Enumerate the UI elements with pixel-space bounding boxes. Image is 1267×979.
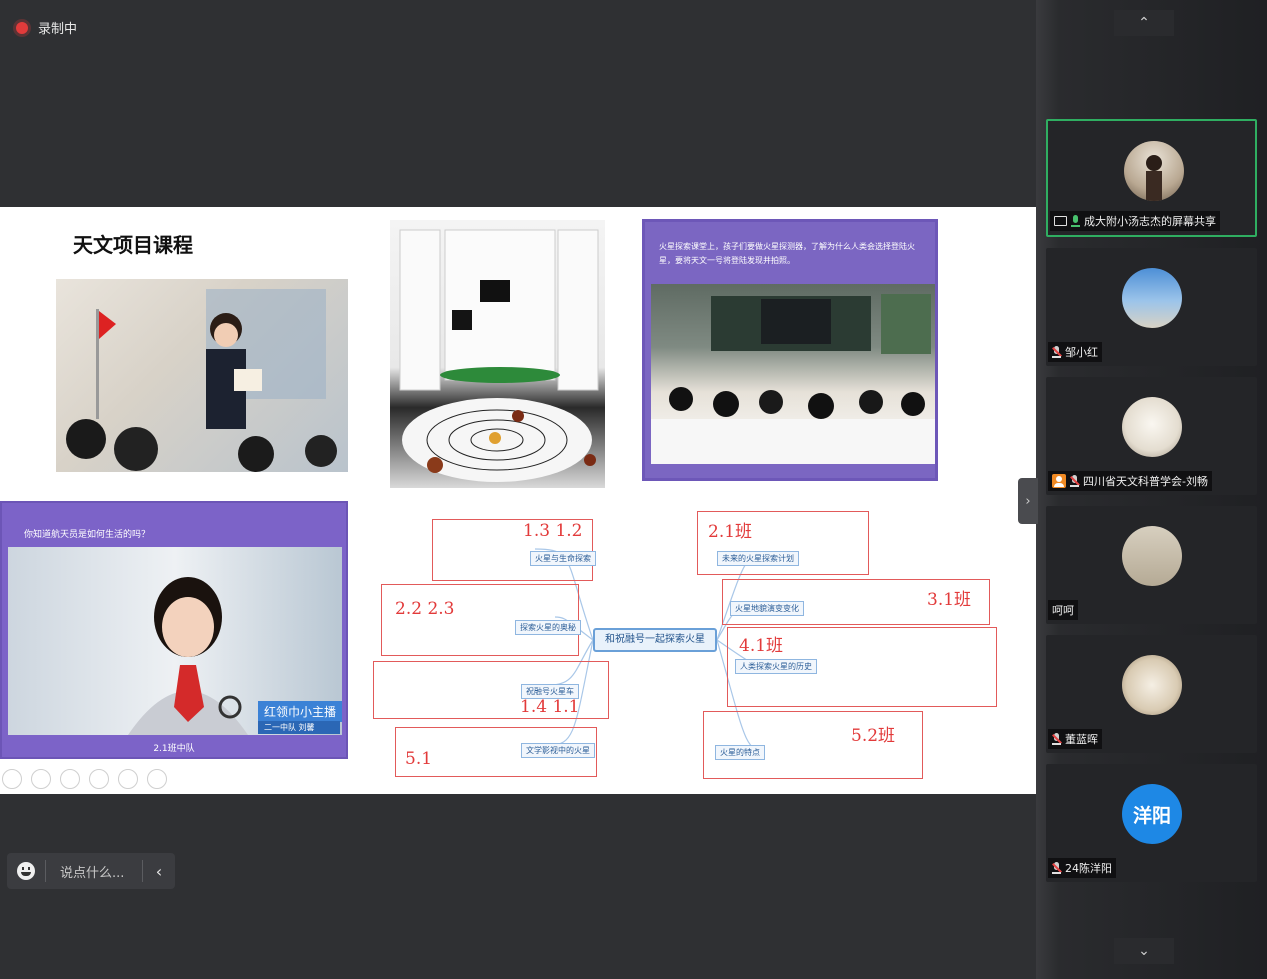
record-dot-icon	[16, 21, 28, 34]
classroom-photo	[651, 284, 935, 464]
participant-name: 24陈洋阳	[1065, 862, 1112, 875]
microphone-muted-icon	[1052, 732, 1062, 746]
mindmap-branch-tag: 3.1班	[927, 590, 972, 610]
microphone-muted-icon	[1052, 345, 1062, 359]
mindmap-branch-tag: 5.1	[405, 749, 433, 769]
mindmap-branch-node: 火星的特点	[715, 745, 765, 760]
recording-label: 录制中	[38, 22, 78, 37]
classroom-photo-panel: 火星探索课堂上，孩子们要做火星探测器，了解为什么人类会选择登陆火星，要将天文一号…	[642, 219, 938, 481]
avatar	[1122, 655, 1182, 715]
participant-tile[interactable]: 四川省天文科普学会-刘畅	[1046, 377, 1257, 495]
mindmap-branch-tag: 2.1班	[708, 522, 753, 542]
mindmap-center-node: 和祝融号一起探索火星	[593, 628, 717, 652]
mindmap-branch-node: 人类探索火星的历史	[735, 659, 817, 674]
pen-icon[interactable]	[60, 769, 80, 789]
shared-screen-slide: 天文项目课程 火星探索课堂上，孩子们要做火星探测器，了解为什么人类会选择登陆火星…	[0, 207, 1036, 794]
participant-label: 四川省天文科普学会-刘畅	[1048, 471, 1212, 491]
participant-label: 24陈洋阳	[1048, 858, 1116, 878]
main-stage: 录制中 天文项目课程 火星探索课堂上，孩子们要做火星探测器，了解为什么人类会选择…	[0, 0, 1036, 979]
screen-share-icon	[1054, 216, 1067, 226]
classroom-caption: 火星探索课堂上，孩子们要做火星探测器，了解为什么人类会选择登陆火星，要将天文一号…	[659, 242, 915, 265]
mindmap-branch-tag: 5.2班	[851, 726, 896, 746]
host-icon	[1052, 474, 1066, 488]
participant-tile[interactable]: 洋阳 24陈洋阳	[1046, 764, 1257, 882]
avatar	[1122, 526, 1182, 586]
chevron-left-icon[interactable]: ‹	[143, 862, 175, 881]
student-badge-sub: 二一中队 刘馨	[258, 721, 340, 734]
poster-illustration	[399, 229, 599, 482]
microphone-muted-icon	[1070, 474, 1080, 488]
avatar: 洋阳	[1122, 784, 1182, 844]
participant-name: 成大附小汤志杰的屏幕共享	[1084, 215, 1216, 228]
more-icon[interactable]	[147, 769, 167, 789]
participant-label: 成大附小汤志杰的屏幕共享	[1050, 211, 1220, 231]
chat-input[interactable]: 说点什么...	[46, 862, 142, 881]
chevron-up-icon[interactable]: ⌃	[1114, 10, 1174, 36]
classroom-illustration	[651, 294, 935, 464]
participant-name: 董蓝晖	[1065, 733, 1098, 746]
meeting-app: 录制中 天文项目课程 火星探索课堂上，孩子们要做火星探测器，了解为什么人类会选择…	[0, 0, 1267, 979]
mindmap-branch-node: 未来的火星探索计划	[717, 551, 799, 566]
avatar-image	[1146, 155, 1162, 201]
mindmap-branch-node: 祝融号火星车	[521, 684, 579, 699]
mindmap-branch-tag: 2.2 2.3	[395, 599, 455, 619]
student-badge: 红领巾小主播	[258, 701, 343, 722]
chevron-down-icon[interactable]: ⌄	[1114, 938, 1174, 964]
emoji-button[interactable]	[7, 862, 45, 880]
student-panel-footer: 2.1班中队	[153, 744, 195, 754]
chat-bar: 说点什么... ‹	[7, 853, 175, 889]
student-video-question: 你知道航天员是如何生活的吗？	[24, 530, 151, 540]
participant-tile[interactable]: 邹小红	[1046, 248, 1257, 366]
avatar	[1122, 268, 1182, 328]
mindmap: 和祝融号一起探索火星 1.3 1.2 火星与生命探索 2.2 2.3 探索火星的…	[365, 499, 1005, 779]
participant-label: 董蓝晖	[1048, 729, 1102, 749]
avatar	[1124, 141, 1184, 201]
microphone-icon	[1071, 214, 1080, 228]
microphone-muted-icon	[1052, 861, 1062, 875]
recording-indicator: 录制中	[16, 18, 77, 37]
participant-name: 呵呵	[1052, 604, 1074, 617]
grid-icon[interactable]	[89, 769, 109, 789]
teacher-photo	[56, 279, 348, 472]
mindmap-branch-tag: 4.1班	[739, 636, 784, 656]
smiley-icon	[17, 862, 35, 880]
slide-title: 天文项目课程	[73, 233, 193, 257]
mindmap-branch-tag: 1.4 1.1	[520, 697, 580, 717]
mindmap-branch-node: 探索火星的奥秘	[515, 620, 581, 635]
mindmap-branch-node: 火星与生命探索	[530, 551, 596, 566]
participant-tile[interactable]: 董蓝晖	[1046, 635, 1257, 753]
solar-system-poster-photo	[390, 220, 605, 488]
prev-slide-icon[interactable]	[2, 769, 22, 789]
mindmap-branch-node: 火星地貌演变变化	[730, 601, 804, 616]
participant-name: 四川省天文科普学会-刘畅	[1083, 475, 1208, 488]
zoom-icon[interactable]	[118, 769, 138, 789]
participants-panel: › ⌃ 成大附小汤志杰的屏幕共享 邹小红 四川省天文科普学会-刘畅 呵呵 董蓝晖…	[1018, 0, 1267, 979]
student-video-panel: 你知道航天员是如何生活的吗？ 红领巾小主播 二一中队 刘馨 2.1班中队	[0, 501, 348, 759]
mindmap-branch-node: 文学影视中的火星	[521, 743, 595, 758]
mindmap-branch-tag: 1.3 1.2	[523, 521, 583, 541]
avatar	[1122, 397, 1182, 457]
participant-tile[interactable]: 成大附小汤志杰的屏幕共享	[1046, 119, 1257, 237]
participant-name: 邹小红	[1065, 346, 1098, 359]
next-slide-icon[interactable]	[31, 769, 51, 789]
participant-label: 邹小红	[1048, 342, 1102, 362]
participant-label: 呵呵	[1048, 600, 1078, 620]
slide-toolbar	[2, 769, 167, 789]
panel-toggle-button[interactable]: ›	[1018, 478, 1038, 524]
participant-tile[interactable]: 呵呵	[1046, 506, 1257, 624]
teacher-illustration	[66, 289, 337, 472]
